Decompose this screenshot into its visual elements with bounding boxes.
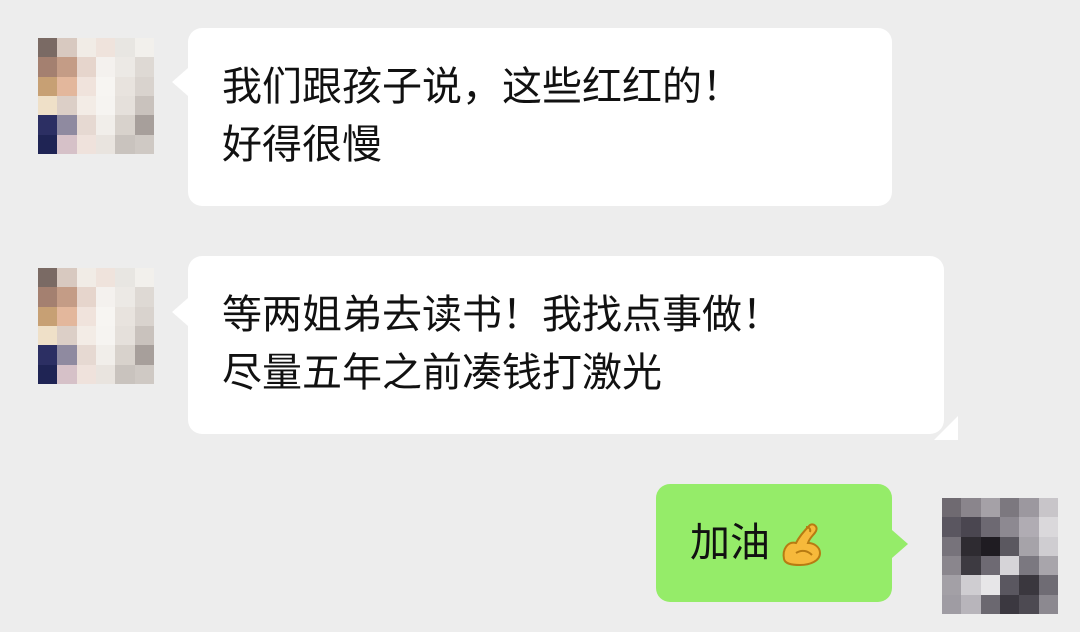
message-text-line: 尽量五年之前凑钱打激光 — [222, 350, 662, 396]
message-bubble[interactable]: 加油 — [656, 484, 892, 602]
message-text-line: 等两姐弟去读书！我找点事做！ — [222, 292, 782, 338]
message-bubble[interactable]: 等两姐弟去读书！我找点事做！ 尽量五年之前凑钱打激光 — [188, 256, 944, 434]
message-bubble[interactable]: 我们跟孩子说，这些红红的！ 好得很慢 — [188, 28, 892, 206]
contact-avatar[interactable] — [38, 38, 154, 154]
flexed-biceps-icon — [776, 519, 828, 571]
message-text: 加油 — [690, 520, 770, 566]
bubble-corner-mark — [934, 416, 958, 440]
contact-avatar[interactable] — [38, 268, 154, 384]
message-text-line: 好得很慢 — [222, 122, 382, 168]
bubble-tail — [892, 530, 908, 558]
message-text-line: 我们跟孩子说，这些红红的！ — [222, 64, 742, 110]
user-avatar[interactable] — [942, 498, 1058, 614]
bubble-tail — [172, 68, 188, 96]
bubble-tail — [172, 298, 188, 326]
